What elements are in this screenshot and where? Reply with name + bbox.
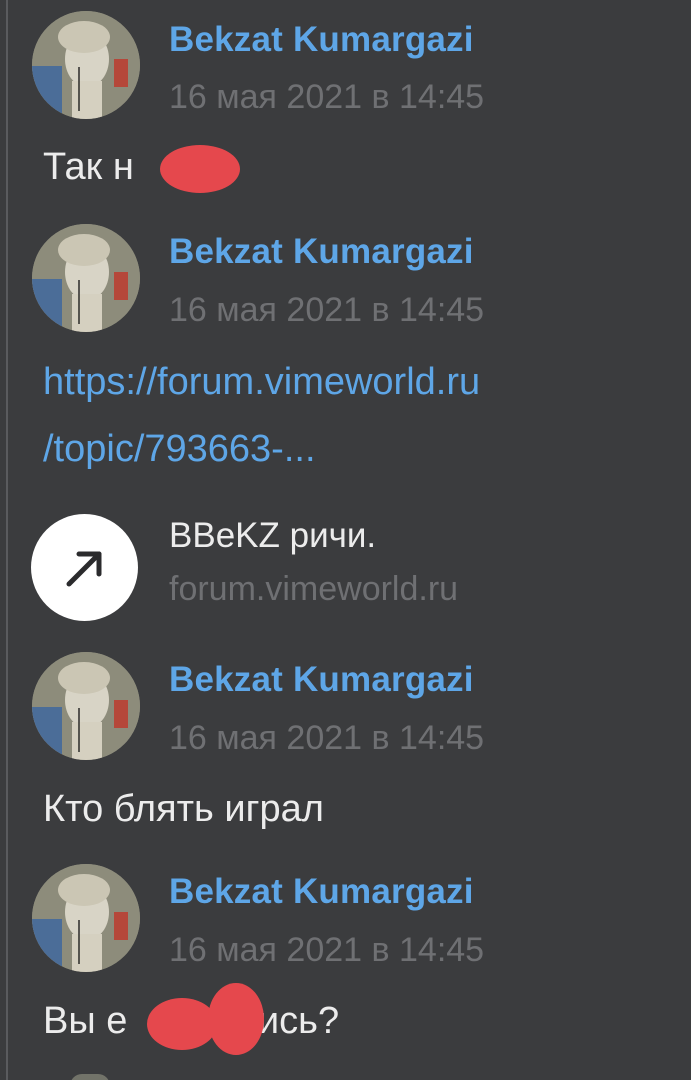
author-name[interactable]: Bekzat Kumargazi [169, 232, 474, 272]
timestamp: 16 мая 2021 в 14:45 [169, 931, 485, 969]
next-avatar-peek [70, 1074, 110, 1080]
author-name[interactable]: Bekzat Kumargazi [169, 872, 474, 912]
thread-rule [6, 0, 8, 1080]
timestamp: 16 мая 2021 в 14:45 [169, 719, 485, 757]
timestamp: 16 мая 2021 в 14:45 [169, 78, 485, 116]
avatar[interactable] [32, 224, 140, 332]
redaction-mark [208, 983, 264, 1055]
timestamp: 16 мая 2021 в 14:45 [169, 291, 485, 329]
avatar[interactable] [32, 864, 140, 972]
message-text: Кто блять играл [43, 788, 324, 830]
link-preview-title[interactable]: BBeKZ ричи. [169, 516, 376, 556]
message-link-line-1[interactable]: https://forum.vimeworld.ru [43, 352, 480, 412]
avatar[interactable] [32, 11, 140, 119]
message-text-visible-start: Так н [43, 146, 134, 188]
author-name[interactable]: Bekzat Kumargazi [169, 660, 474, 700]
message-link-line-2[interactable]: /topic/793663-... [43, 419, 316, 479]
chat-screen: Bekzat Kumargazi 16 мая 2021 в 14:45 Так… [0, 0, 691, 1080]
avatar[interactable] [32, 652, 140, 760]
redaction-mark [160, 145, 240, 193]
link-preview-domain: forum.vimeworld.ru [169, 570, 459, 608]
message-text-visible-start: Вы е [43, 1000, 128, 1042]
author-name[interactable]: Bekzat Kumargazi [169, 20, 474, 60]
arrow-up-right-icon [66, 551, 102, 587]
link-preview-button[interactable] [31, 514, 138, 621]
redaction-mark [147, 998, 217, 1050]
